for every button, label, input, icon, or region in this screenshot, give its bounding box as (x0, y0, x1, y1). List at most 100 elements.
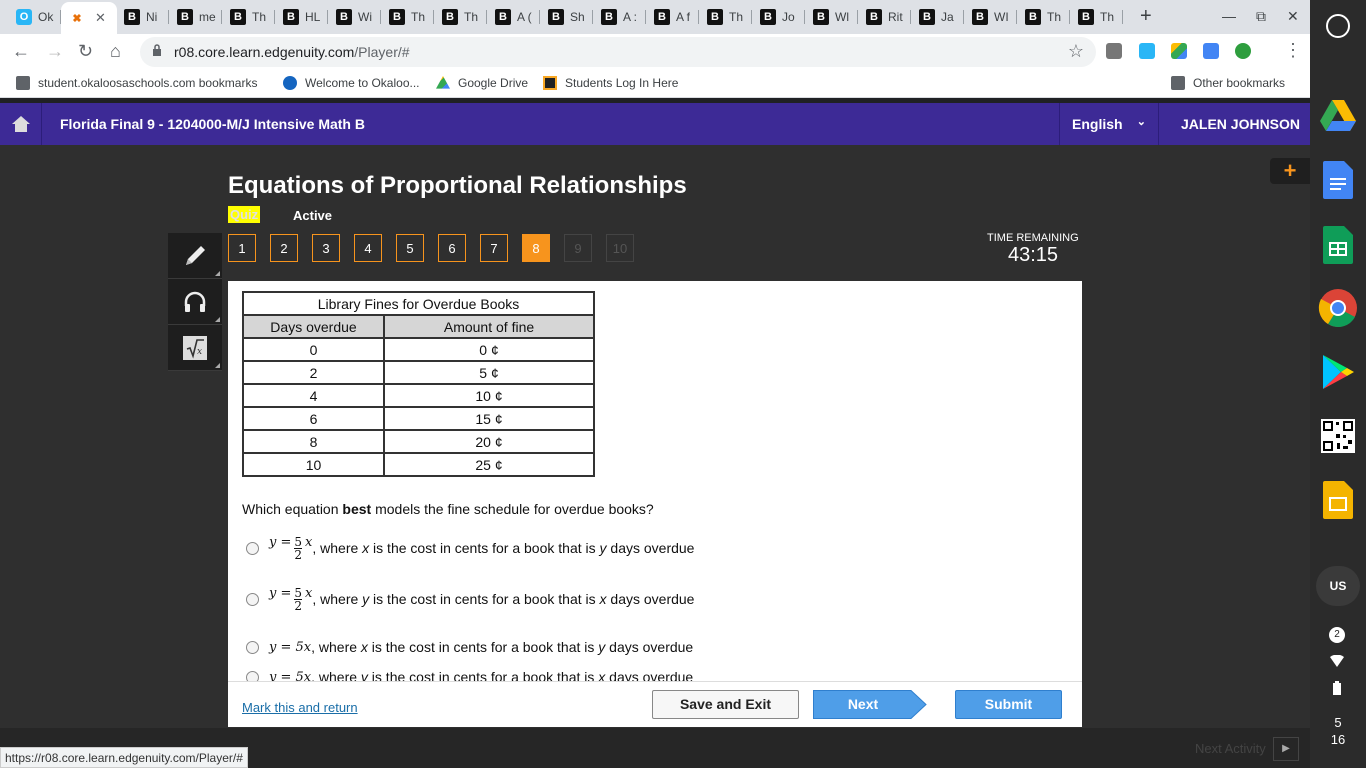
question-number-button[interactable]: 2 (270, 234, 298, 262)
mark-and-return-link[interactable]: Mark this and return (242, 700, 358, 715)
play-store-icon[interactable] (1318, 352, 1358, 392)
google-slides-icon[interactable] (1318, 480, 1358, 520)
submit-button[interactable]: Submit (955, 690, 1062, 719)
tab-title: Ja (941, 10, 954, 24)
browser-tab[interactable]: B Ni (116, 4, 169, 30)
user-name[interactable]: JALEN JOHNSON (1181, 116, 1300, 132)
radio-button[interactable] (246, 592, 259, 606)
browser-tab[interactable]: B Rit (858, 4, 911, 30)
next-button[interactable]: Next (813, 690, 927, 719)
browser-tab[interactable]: B Th (1070, 4, 1123, 30)
extension-okaloosa-icon[interactable] (1139, 43, 1155, 59)
browser-tab[interactable]: B A : (593, 4, 646, 30)
input-method-indicator[interactable]: US (1316, 566, 1360, 606)
close-window-button[interactable]: ✕ (1287, 8, 1299, 25)
chrome-icon[interactable] (1318, 288, 1358, 328)
table-row: 8 20 ¢ (242, 429, 595, 454)
browser-tab[interactable]: B WI (964, 4, 1017, 30)
browser-menu-icon[interactable]: ⋮ (1284, 40, 1302, 61)
lock-icon (153, 44, 161, 56)
tab-title: Th (252, 10, 267, 24)
browser-tab[interactable]: Bme (169, 4, 222, 30)
home-icon[interactable]: ⌂ (110, 41, 121, 62)
new-tab-button[interactable]: + (1140, 5, 1152, 28)
question-number-button[interactable]: 4 (354, 234, 382, 262)
extension-drive-icon[interactable] (1171, 43, 1187, 59)
answer-option[interactable]: y = 5x, where y is the cost in cents for… (246, 669, 693, 681)
back-arrow-icon[interactable]: ← (12, 41, 30, 62)
tab-separator (1122, 10, 1123, 24)
wifi-icon (1330, 655, 1344, 667)
bookmark-students-login[interactable]: Students Log In Here (543, 76, 678, 90)
browser-tab[interactable]: B Jo (752, 4, 805, 30)
answer-option[interactable]: y = 5 2 x, where y is the cost in cents for… (246, 586, 694, 612)
browser-tab[interactable]: B HL (275, 4, 328, 30)
question-number-button[interactable]: 1 (228, 234, 256, 262)
browser-tab[interactable]: ✖ ✕ (61, 2, 117, 34)
plus-icon[interactable]: + (1270, 158, 1310, 184)
extension-camera-icon[interactable] (1106, 43, 1122, 59)
browser-tab[interactable]: B Th (1017, 4, 1070, 30)
bookmark-star-icon[interactable]: ☆ (1068, 41, 1084, 62)
browser-tab[interactable]: B Sh (540, 4, 593, 30)
pencil-tool-button[interactable] (168, 233, 222, 279)
brainly-icon: B (919, 9, 935, 25)
browser-toolbar: ← → ↻ ⌂ r08.core.learn.edgenuity.com/Pla… (0, 34, 1310, 70)
extension-translate-icon[interactable] (1203, 43, 1219, 59)
option-text: , where (311, 639, 361, 655)
other-bookmarks[interactable]: Other bookmarks (1171, 76, 1285, 90)
equation-variable: x (305, 586, 313, 601)
audio-tool-button[interactable] (168, 279, 222, 325)
browser-tab[interactable]: O Ok (8, 4, 61, 30)
bookmark-welcome[interactable]: Welcome to Okaloo... (283, 76, 420, 90)
browser-tab[interactable]: B Th (699, 4, 752, 30)
course-home-button[interactable] (0, 103, 42, 145)
system-clock[interactable]: 5 16 (1316, 714, 1360, 748)
google-drive-icon[interactable] (1318, 96, 1358, 136)
answer-option[interactable]: y = 5x, where x is the cost in cents for… (246, 639, 693, 655)
google-docs-icon[interactable] (1318, 160, 1358, 200)
browser-tab[interactable]: B Wl (805, 4, 858, 30)
radio-button[interactable] (246, 670, 259, 681)
clock-hour: 5 (1334, 715, 1342, 730)
browser-tab[interactable]: B Ja (911, 4, 964, 30)
extension-power-icon[interactable] (1235, 43, 1251, 59)
qr-code-icon[interactable] (1318, 416, 1358, 456)
forward-arrow-icon[interactable]: → (46, 41, 64, 62)
question-number-button[interactable]: 5 (396, 234, 424, 262)
option-text: is the cost in cents for a book that is (367, 639, 599, 655)
restore-window-button[interactable]: ⧉ (1256, 8, 1266, 25)
question-number-button[interactable]: 3 (312, 234, 340, 262)
bookmark-folder-okaloosa[interactable]: student.okaloosaschools.com bookmarks (16, 76, 257, 90)
reload-icon[interactable]: ↻ (78, 41, 93, 62)
language-select[interactable]: English ⌄ (1059, 103, 1159, 145)
course-header: Florida Final 9 - 1204000-M/J Intensive … (0, 103, 1310, 145)
table-row: 00 ¢ (242, 337, 595, 362)
browser-tab[interactable]: B Th (434, 4, 487, 30)
browser-tab[interactable]: B Th (222, 4, 275, 30)
browser-tab[interactable]: BA f (646, 4, 699, 30)
google-sheets-icon[interactable] (1318, 225, 1358, 265)
radio-button[interactable] (246, 640, 259, 654)
close-tab-icon[interactable]: ✕ (95, 10, 106, 26)
calculator-tool-button[interactable]: x (168, 325, 222, 371)
save-and-exit-button[interactable]: Save and Exit (652, 690, 799, 719)
browser-tab[interactable]: B Th (381, 4, 434, 30)
launcher-icon[interactable] (1326, 14, 1350, 38)
bookmark-google-drive[interactable]: Google Drive (436, 76, 528, 90)
question-number-button[interactable]: 7 (480, 234, 508, 262)
table-cell: 25 ¢ (383, 452, 595, 477)
question-number-button[interactable]: 8 (522, 234, 550, 262)
answer-option[interactable]: y = 5 2 x, where x is the cost in cents for… (246, 535, 694, 561)
question-number-button[interactable]: 6 (438, 234, 466, 262)
radio-button[interactable] (246, 541, 259, 555)
next-activity-arrow-icon[interactable]: ▶ (1273, 737, 1299, 761)
tab-title: Th (411, 10, 426, 24)
fraction: 52 (294, 536, 303, 561)
notification-count-badge[interactable]: 2 (1329, 627, 1345, 643)
minimize-window-button[interactable]: — (1222, 8, 1236, 24)
browser-tab-strip: O Ok ✖ ✕ B Ni Bme B Th B HL B Wi B Th B Th B A (B Sh B A :BA … (0, 0, 1310, 34)
browser-tab[interactable]: B A ( (487, 4, 540, 30)
address-bar[interactable]: r08.core.learn.edgenuity.com/Player/# ☆ (140, 37, 1096, 67)
browser-tab[interactable]: B Wi (328, 4, 381, 30)
